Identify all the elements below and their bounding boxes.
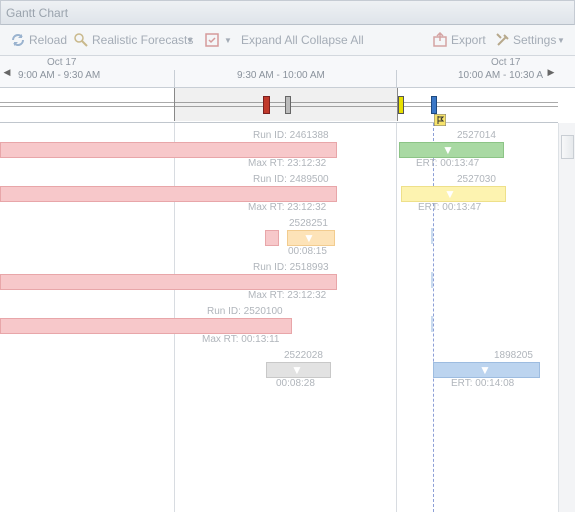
job-runtime-label: Max RT: 23:12:32 xyxy=(248,290,327,301)
job-runtime-label: Max RT: 23:12:32 xyxy=(248,202,327,213)
filter-icon[interactable] xyxy=(204,32,220,48)
job-id-label: Run ID: 2489500 xyxy=(253,174,329,185)
window-titlebar: Gantt Chart xyxy=(0,0,575,25)
timescale-divider xyxy=(174,70,175,87)
job-runtime-label: Max RT: 00:13:11 xyxy=(202,334,280,345)
timeline-overview[interactable] xyxy=(0,88,558,126)
job-bar[interactable]: ▼ xyxy=(433,362,540,378)
job-bar[interactable]: ▼ xyxy=(287,230,335,246)
export-icon[interactable] xyxy=(432,32,448,48)
job-bar-sliver xyxy=(431,228,433,244)
timescale-divider xyxy=(396,70,397,87)
job-bar[interactable] xyxy=(265,230,279,246)
job-runtime-label: Max RT: 23:12:32 xyxy=(248,158,327,169)
export-button[interactable]: Export xyxy=(451,33,486,47)
reload-button[interactable]: Reload xyxy=(29,33,67,47)
timescale-date: Oct 17 xyxy=(491,57,521,68)
job-bar[interactable]: ▼ xyxy=(401,186,506,202)
job-bar-sliver xyxy=(431,272,433,288)
job-id-label: 2527014 xyxy=(457,130,496,141)
overview-marker xyxy=(431,96,437,114)
timescale-range: 9:00 AM - 9:30 AM xyxy=(18,70,101,81)
job-runtime-label: 00:08:28 xyxy=(276,378,315,389)
job-id-label: Run ID: 2518993 xyxy=(253,262,329,273)
job-bar[interactable] xyxy=(0,142,337,158)
scroll-left-button[interactable]: ◀ xyxy=(2,61,12,83)
job-bar[interactable] xyxy=(0,318,292,334)
job-id-label: 2527030 xyxy=(457,174,496,185)
timescale-range: 10:00 AM - 10:30 A xyxy=(458,70,544,81)
settings-icon[interactable] xyxy=(495,32,511,48)
chevron-down-icon[interactable]: ▼ xyxy=(557,36,565,45)
overview-marker xyxy=(398,96,404,114)
job-runtime-label: ERT: 00:13:47 xyxy=(418,202,482,213)
job-bar-sliver xyxy=(431,316,433,332)
job-id-label: Run ID: 2520100 xyxy=(207,306,283,317)
realistic-forecasts-button[interactable]: Realistic Forecasts xyxy=(92,33,193,47)
scroll-right-button[interactable]: ▶ xyxy=(546,61,556,83)
chevron-down-icon[interactable]: ▼ xyxy=(186,36,194,45)
reload-icon[interactable] xyxy=(10,32,26,48)
vertical-scrollbar[interactable] xyxy=(558,123,575,512)
chevron-down-icon: ▼ xyxy=(291,363,303,377)
job-runtime-label: ERT: 00:14:08 xyxy=(451,378,515,389)
job-runtime-label: 00:08:15 xyxy=(288,246,327,257)
chevron-down-icon[interactable]: ▼ xyxy=(224,36,232,45)
job-bar[interactable]: ▼ xyxy=(266,362,331,378)
chevron-down-icon: ▼ xyxy=(303,231,315,245)
gantt-grid: Run ID: 2461388 Max RT: 23:12:32 2527014… xyxy=(0,123,558,512)
timescale-range: 9:30 AM - 10:00 AM xyxy=(237,70,325,81)
job-runtime-label: ERT: 00:13:47 xyxy=(416,158,480,169)
chevron-down-icon: ▼ xyxy=(444,187,456,201)
forecast-icon[interactable] xyxy=(73,32,89,48)
timescale-header: ◀ Oct 17 Oct 17 9:00 AM - 9:30 AM 9:30 A… xyxy=(0,56,575,88)
job-id-label: 2522028 xyxy=(284,350,323,361)
timescale-date: Oct 17 xyxy=(47,57,77,68)
job-bar[interactable] xyxy=(0,274,337,290)
job-id-label: 2528251 xyxy=(289,218,328,229)
job-id-label: 1898205 xyxy=(494,350,533,361)
job-id-label: Run ID: 2461388 xyxy=(253,130,329,141)
overview-marker xyxy=(263,96,270,114)
grid-line xyxy=(396,123,397,512)
window-title: Gantt Chart xyxy=(6,6,69,20)
job-bar[interactable]: ▼ xyxy=(399,142,504,158)
chevron-down-icon: ▼ xyxy=(442,143,454,157)
scrollbar-thumb[interactable] xyxy=(561,135,574,159)
overview-marker xyxy=(285,96,291,114)
settings-button[interactable]: Settings xyxy=(513,33,556,47)
toolbar: Reload Realistic Forecasts ▼ ▼ Expand Al… xyxy=(0,25,575,56)
job-bar[interactable] xyxy=(0,186,337,202)
collapse-all-button[interactable]: Collapse All xyxy=(301,33,364,47)
chevron-down-icon: ▼ xyxy=(479,363,491,377)
expand-all-button[interactable]: Expand All xyxy=(241,33,298,47)
current-time-line xyxy=(433,123,434,512)
